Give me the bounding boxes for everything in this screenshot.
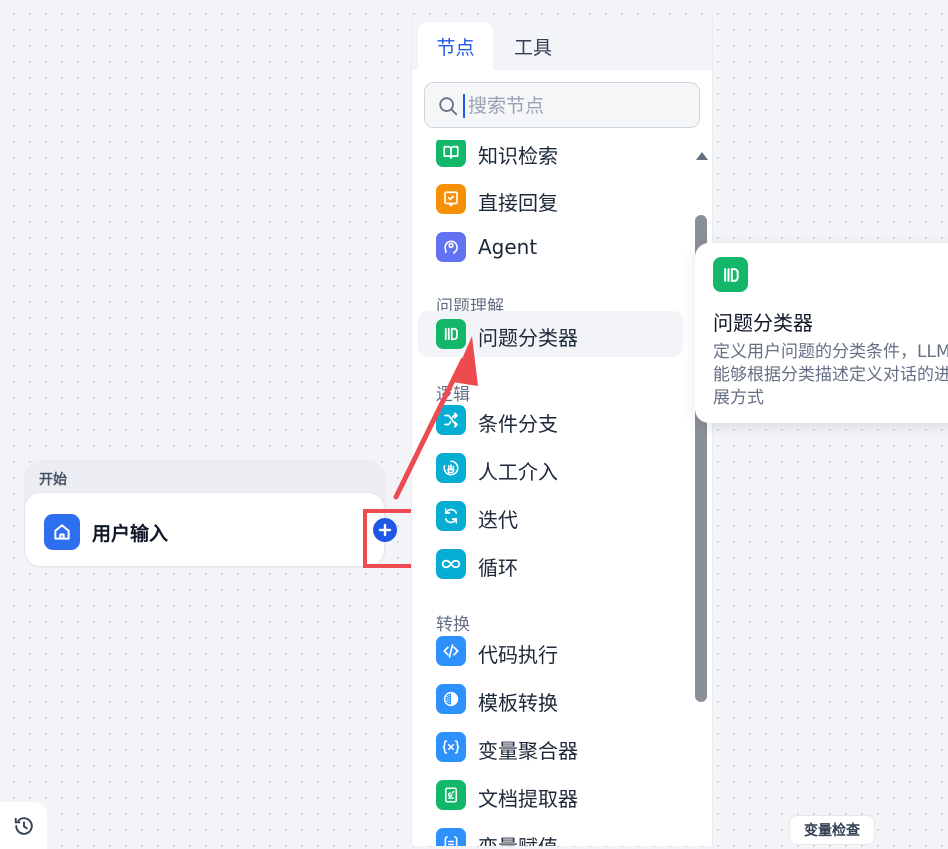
node-item-loop[interactable]: 循环	[418, 541, 683, 587]
search-icon	[439, 97, 458, 116]
branch-icon	[436, 405, 466, 435]
node-item-variable-assigner[interactable]: 变量赋值	[418, 820, 683, 846]
description-text: 定义用户问题的分类条件，LLM 能够根据分类描述定义对话的进展方式	[713, 342, 948, 408]
start-node-label: 开始	[39, 472, 67, 488]
node-item-label: 模板转换	[478, 691, 558, 715]
scroll-up-arrow[interactable]	[696, 152, 708, 160]
tab-tools[interactable]: 工具	[498, 22, 568, 70]
text-caret	[463, 94, 465, 118]
node-item-label: 问题分类器	[478, 326, 578, 350]
node-description-card: 问题分类器 定义用户问题的分类条件，LLM 能够根据分类描述定义对话的进展方式	[695, 243, 948, 423]
user-input-card[interactable]: 用户输入	[25, 493, 384, 566]
tab-nodes[interactable]: 节点	[418, 22, 493, 70]
classifier-icon	[713, 257, 748, 292]
node-item-label: 文档提取器	[478, 787, 578, 811]
node-item-human-input[interactable]: 人工介入	[418, 445, 683, 491]
node-item-direct-answer[interactable]: 直接回复	[418, 176, 683, 222]
node-item-label: 直接回复	[478, 191, 558, 215]
assign-icon	[436, 828, 466, 846]
history-icon	[14, 816, 33, 835]
answer-icon	[436, 184, 466, 214]
variable-icon	[436, 732, 466, 762]
book-icon	[436, 140, 466, 167]
node-item-template-transform[interactable]: 模板转换	[418, 676, 683, 722]
history-button[interactable]	[0, 802, 47, 849]
node-item-doc-extractor[interactable]: 文档提取器	[418, 772, 683, 818]
node-item-iteration[interactable]: 迭代	[418, 493, 683, 539]
node-list: 知识检索 直接回复 Agent 问题理解 问题分类器 逻辑 条件分支 人工介入 …	[412, 140, 697, 846]
start-node[interactable]: 开始 用户输入	[24, 460, 386, 566]
node-item-label: Agent	[478, 235, 538, 259]
node-item-label: 变量赋值	[478, 831, 558, 846]
document-icon	[436, 780, 466, 810]
node-item-label: 循环	[478, 556, 518, 580]
search-box[interactable]	[424, 82, 700, 128]
variable-inspect-button[interactable]: 变量检查	[789, 815, 875, 845]
node-item-label: 迭代	[478, 508, 518, 532]
panel-tabs: 节点 工具	[412, 15, 712, 70]
node-panel: 节点 工具 知识检索 直接回复 Agent 问题理解	[411, 15, 713, 846]
node-item-question-classifier[interactable]: 问题分类器	[418, 311, 683, 357]
node-item-knowledge-retrieval[interactable]: 知识检索	[418, 140, 683, 175]
user-input-title: 用户输入	[92, 523, 169, 545]
refresh-icon	[436, 501, 466, 531]
code-icon	[436, 636, 466, 666]
node-item-label: 人工介入	[478, 460, 558, 484]
home-icon	[44, 514, 80, 550]
annotation-highlight-box	[363, 509, 418, 568]
description-title: 问题分类器	[713, 311, 813, 335]
classifier-icon	[436, 319, 466, 349]
node-item-label: 条件分支	[478, 412, 558, 436]
node-item-agent[interactable]: Agent	[418, 224, 683, 270]
node-item-if-else[interactable]: 条件分支	[418, 397, 683, 443]
search-input[interactable]	[466, 91, 690, 121]
node-item-label: 知识检索	[478, 144, 558, 168]
infinity-icon	[436, 549, 466, 579]
hand-icon	[436, 453, 466, 483]
node-item-variable-aggregator[interactable]: 变量聚合器	[418, 724, 683, 770]
node-item-label: 变量聚合器	[478, 739, 578, 763]
agent-head-icon	[436, 232, 466, 262]
node-item-code[interactable]: 代码执行	[418, 628, 683, 674]
node-item-label: 代码执行	[478, 643, 558, 667]
template-icon	[436, 684, 466, 714]
